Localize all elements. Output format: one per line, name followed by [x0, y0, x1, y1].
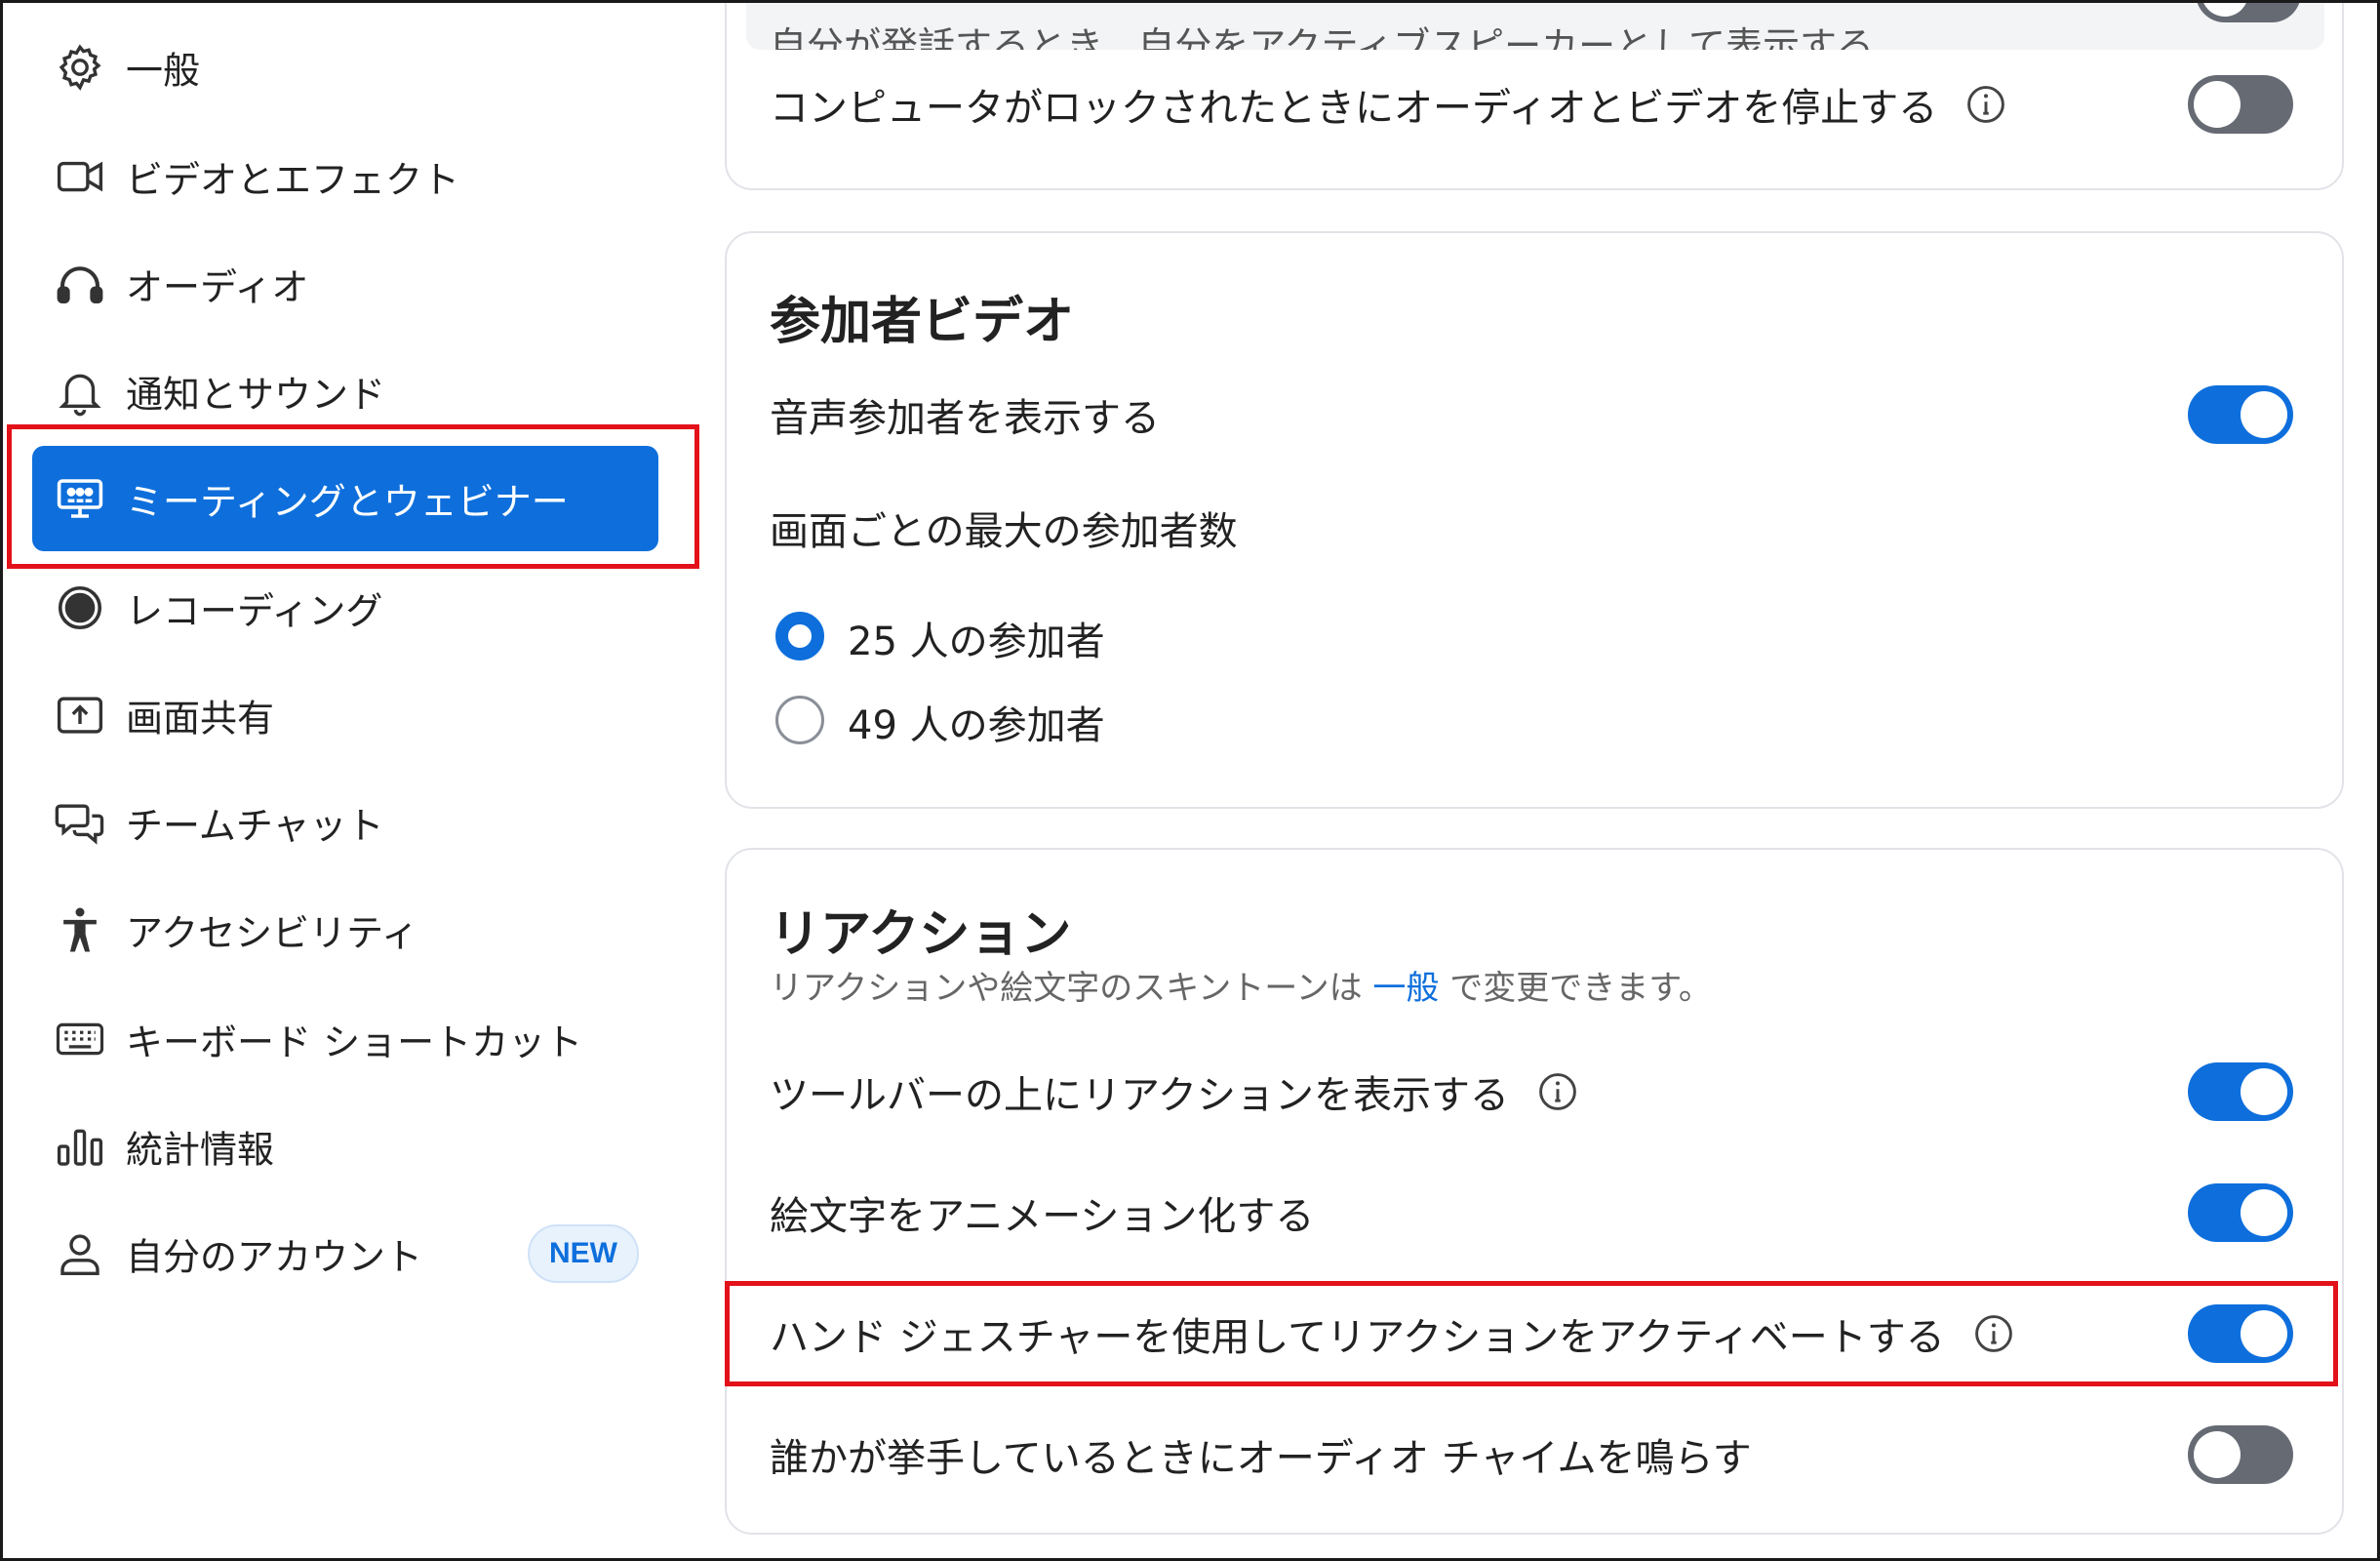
- max-participants-label: 画面ごとの最大の参加者数: [770, 509, 1238, 554]
- video-camera-icon: [54, 150, 106, 203]
- raise-hand-chime-label: 誰かが挙手しているときにオーディオ チャイムを鳴らす: [770, 1436, 1752, 1481]
- share-screen-icon: [54, 689, 106, 741]
- sidebar-item-label: オーディオ: [126, 265, 309, 309]
- sidebar-item-label: 画面共有: [126, 697, 275, 740]
- sidebar-item-label: 統計情報: [126, 1128, 275, 1172]
- sidebar-item-general[interactable]: 一般: [32, 15, 658, 120]
- clipped-setting-toggle[interactable]: [2196, 3, 2301, 22]
- info-icon[interactable]: [1536, 1070, 1579, 1113]
- accessibility-icon: [54, 903, 106, 956]
- participant-video-card: 参加者ビデオ 音声参加者を表示する 画面ごとの最大の参加者数 25 人の参加者 …: [725, 231, 2344, 809]
- reactions-subtitle: リアクションや絵文字のスキントーンは 一般 で変更できます。: [770, 969, 1712, 1008]
- show-audio-participants-label: 音声参加者を表示する: [770, 396, 1160, 441]
- hand-gesture-reactions-toggle[interactable]: [2188, 1304, 2293, 1363]
- settings-window: 一般 ビデオとエフェクト オーディオ 通知とサウンド ミーティングとウェビナー: [0, 0, 2380, 1561]
- stop-av-on-lock-toggle[interactable]: [2188, 75, 2293, 134]
- sidebar-item-label: チームチャット: [126, 804, 384, 848]
- chat-bubbles-icon: [54, 796, 106, 849]
- sidebar-item-label: 通知とサウンド: [126, 373, 386, 417]
- gear-icon: [54, 41, 106, 94]
- sidebar-item-label: 自分のアカウント: [126, 1235, 423, 1279]
- new-badge: NEW: [528, 1224, 639, 1283]
- sidebar-item-team-chat[interactable]: チームチャット: [32, 770, 658, 875]
- animate-emoji-label: 絵文字をアニメーション化する: [770, 1194, 1315, 1239]
- sidebar-item-accessibility[interactable]: アクセシビリティ: [32, 877, 658, 982]
- sidebar-item-label: アクセシビリティ: [126, 911, 418, 955]
- sidebar-item-keyboard-shortcuts[interactable]: キーボード ショートカット: [32, 986, 658, 1092]
- info-icon[interactable]: [1972, 1312, 2015, 1355]
- sidebar-item-notifications[interactable]: 通知とサウンド: [32, 339, 658, 444]
- radio-label-49: 49 人の参加者: [848, 703, 1105, 748]
- sidebar-item-label: レコーディング: [126, 589, 383, 633]
- sidebar-item-audio[interactable]: オーディオ: [32, 231, 658, 337]
- radio-label-25: 25 人の参加者: [848, 620, 1105, 664]
- sidebar-item-screen-share[interactable]: 画面共有: [32, 662, 658, 768]
- bar-chart-icon: [54, 1120, 106, 1173]
- keyboard-icon: [54, 1013, 106, 1065]
- sidebar-item-meetings-webinars[interactable]: ミーティングとウェビナー: [32, 446, 658, 551]
- show-audio-participants-toggle[interactable]: [2188, 385, 2293, 444]
- sidebar-item-recording[interactable]: レコーディング: [32, 555, 658, 660]
- general-settings-link[interactable]: 一般: [1372, 969, 1439, 1008]
- sidebar-item-label: キーボード ショートカット: [126, 1021, 583, 1064]
- sidebar-item-video-effects[interactable]: ビデオとエフェクト: [32, 124, 658, 229]
- meeting-screen-icon: [54, 472, 106, 525]
- raise-hand-chime-toggle[interactable]: [2188, 1425, 2293, 1484]
- stop-av-on-lock-label: コンピュータがロックされたときにオーディオとビデオを停止する: [770, 75, 2007, 134]
- radio-25-participants[interactable]: [775, 612, 824, 660]
- radio-49-participants[interactable]: [775, 696, 824, 744]
- reactions-title: リアクション: [770, 905, 1072, 964]
- user-icon: [54, 1227, 106, 1280]
- clipped-setting-row: 自分が発話するとき、自分をアクティブスピーカーとして表示する: [746, 3, 2324, 50]
- participant-video-title: 参加者ビデオ: [770, 293, 1075, 351]
- animate-emoji-toggle[interactable]: [2188, 1183, 2293, 1242]
- sidebar-item-my-account[interactable]: 自分のアカウント NEW: [32, 1201, 658, 1306]
- settings-sidebar: 一般 ビデオとエフェクト オーディオ 通知とサウンド ミーティングとウェビナー: [3, 3, 699, 1558]
- show-reactions-above-toolbar-toggle[interactable]: [2188, 1062, 2293, 1121]
- hand-gesture-reactions-label: ハンド ジェスチャーを使用してリアクションをアクティベートする: [770, 1304, 2015, 1363]
- sidebar-item-label: ビデオとエフェクト: [126, 158, 460, 202]
- sidebar-item-statistics[interactable]: 統計情報: [32, 1094, 658, 1199]
- bell-icon: [54, 365, 106, 418]
- info-icon[interactable]: [1964, 83, 2007, 126]
- reactions-card: リアクション リアクションや絵文字のスキントーンは 一般 で変更できます。 ツー…: [725, 848, 2344, 1535]
- sidebar-item-label: 一般: [126, 49, 201, 93]
- show-reactions-above-toolbar-label: ツールバーの上にリアクションを表示する: [770, 1062, 1579, 1121]
- sidebar-item-label: ミーティングとウェビナー: [126, 480, 569, 524]
- headphones-icon: [54, 258, 106, 310]
- record-icon: [54, 581, 106, 634]
